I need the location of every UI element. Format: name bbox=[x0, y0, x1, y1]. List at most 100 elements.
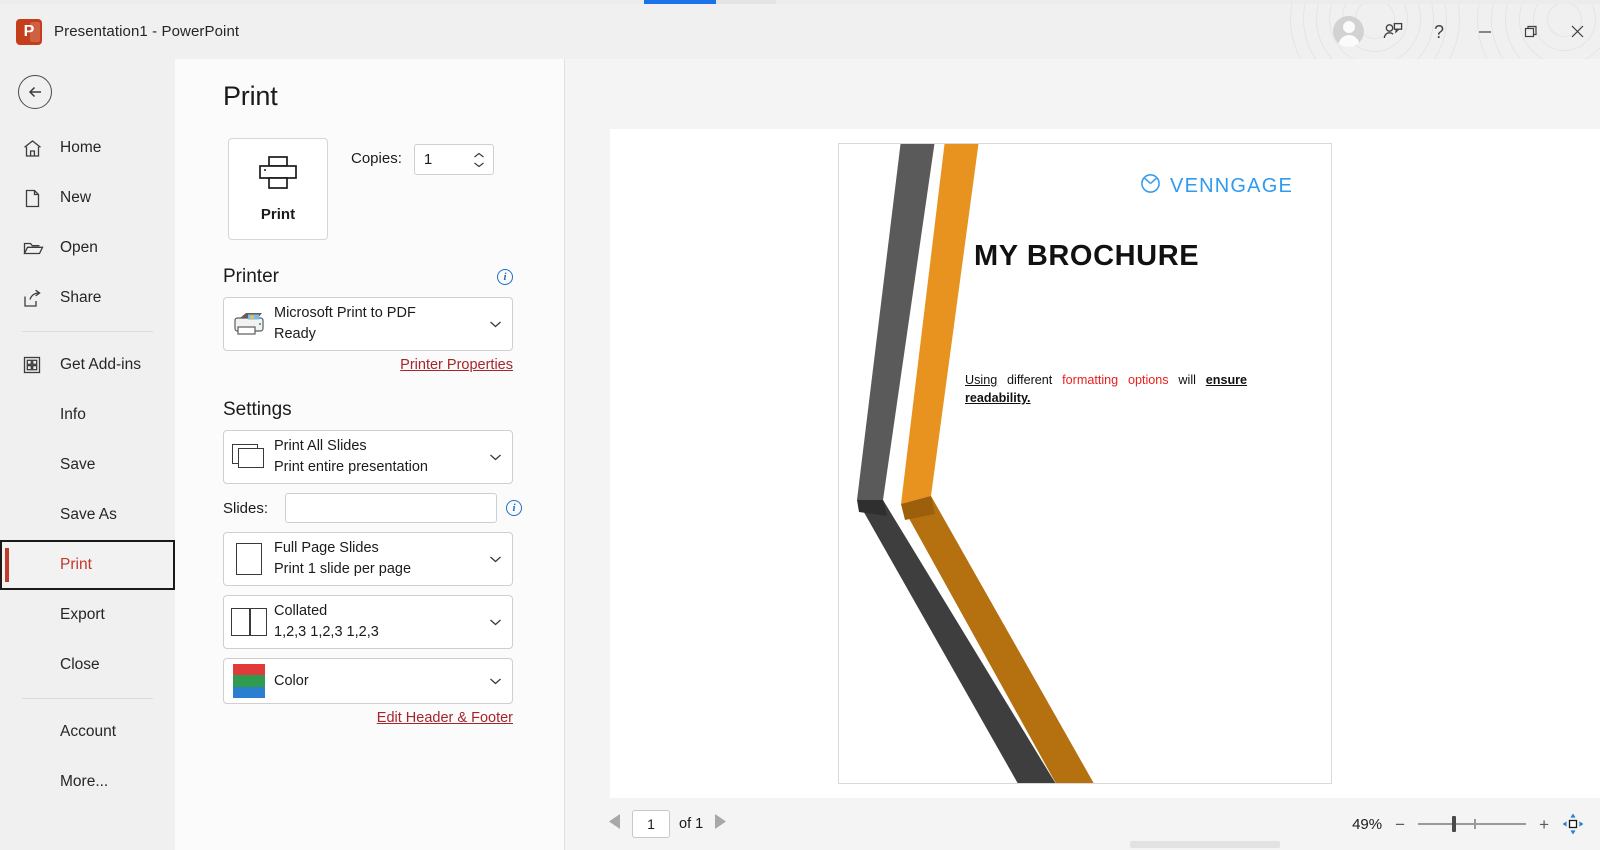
venngage-logo: VENNGAGE bbox=[1140, 173, 1293, 199]
back-arrow-icon[interactable] bbox=[18, 75, 52, 109]
sidebar-item-label: Get Add-ins bbox=[60, 356, 141, 373]
slide-content: VENNGAGE MY BROCHURE Using different for… bbox=[839, 144, 1331, 783]
slides-input[interactable] bbox=[285, 493, 497, 524]
sidebar-item-new[interactable]: New bbox=[0, 173, 175, 223]
next-page-icon[interactable] bbox=[712, 813, 727, 835]
chevron-down-icon bbox=[489, 672, 502, 690]
all-slides-icon bbox=[224, 444, 274, 470]
chevron-down-icon bbox=[489, 613, 502, 631]
sidebar-item-save[interactable]: Save bbox=[0, 440, 175, 490]
print-layout-subtitle: Print 1 slide per page bbox=[274, 561, 412, 578]
close-button[interactable] bbox=[1554, 4, 1600, 59]
body-word-4: options bbox=[1127, 373, 1169, 387]
print-range-dropdown[interactable]: Print All Slides Print entire presentati… bbox=[223, 430, 513, 485]
sidebar-item-label: More... bbox=[60, 773, 109, 790]
help-label: ? bbox=[1433, 21, 1444, 42]
folder-icon bbox=[22, 238, 48, 259]
copies-stepper[interactable] bbox=[413, 144, 494, 175]
addins-icon bbox=[22, 355, 48, 375]
window-title: Presentation1 - PowerPoint bbox=[54, 23, 240, 40]
sidebar-item-label: Home bbox=[60, 139, 102, 156]
sidebar-item-label: Info bbox=[60, 406, 86, 423]
body-word-2: different bbox=[1007, 373, 1053, 387]
sidebar-item-account[interactable]: Account bbox=[0, 707, 175, 757]
copies-spin-buttons[interactable] bbox=[473, 147, 487, 172]
printer-icon bbox=[256, 155, 300, 198]
sidebar-item-open[interactable]: Open bbox=[0, 223, 175, 273]
printer-dropdown[interactable]: Microsoft Print to PDF Ready bbox=[223, 297, 513, 352]
zoom-slider[interactable] bbox=[1418, 815, 1527, 833]
sidebar-item-close[interactable]: Close bbox=[0, 640, 175, 690]
page-navigation: of 1 bbox=[608, 810, 727, 838]
color-title: Color bbox=[274, 672, 309, 689]
home-icon bbox=[22, 138, 48, 159]
sidebar-item-save-as[interactable]: Save As bbox=[0, 490, 175, 540]
collation-subtitle: 1,2,3 1,2,3 1,2,3 bbox=[274, 624, 379, 641]
copies-label: Copies: bbox=[351, 150, 402, 167]
sidebar-item-print[interactable]: Print bbox=[0, 540, 175, 590]
slide-preview[interactable]: VENNGAGE MY BROCHURE Using different for… bbox=[838, 143, 1332, 784]
zoom-in-button[interactable]: + bbox=[1539, 816, 1549, 833]
print-button[interactable]: Print bbox=[228, 138, 328, 240]
collated-icon bbox=[224, 608, 274, 637]
sidebar-item-get-add-ins[interactable]: Get Add-ins bbox=[0, 340, 175, 390]
printer-section-header: Printer i bbox=[223, 266, 513, 288]
sidebar-item-label: Save As bbox=[60, 506, 117, 523]
sidebar-item-label: Save bbox=[60, 456, 96, 473]
preview-status-bar: of 1 49% − + bbox=[566, 798, 1600, 850]
powerpoint-icon bbox=[16, 18, 42, 45]
zoom-slider-thumb[interactable] bbox=[1451, 816, 1456, 832]
full-page-icon bbox=[224, 543, 274, 576]
chevron-down-icon bbox=[489, 448, 502, 466]
settings-heading: Settings bbox=[223, 399, 292, 421]
print-layout-title: Full Page Slides bbox=[274, 540, 379, 557]
page-count-label: of 1 bbox=[679, 816, 704, 832]
color-dropdown[interactable]: Color bbox=[223, 658, 513, 705]
print-button-label: Print bbox=[260, 206, 296, 223]
printer-info-icon[interactable]: i bbox=[497, 269, 513, 285]
printer-name: Microsoft Print to PDF bbox=[274, 305, 416, 321]
sidebar-item-more[interactable]: More... bbox=[0, 757, 175, 807]
body-word-1: Using bbox=[965, 373, 998, 387]
copies-input[interactable] bbox=[414, 151, 469, 168]
zoom-controls: 49% − + bbox=[1352, 813, 1584, 835]
body-word-5: will bbox=[1178, 373, 1196, 387]
print-range-title: Print All Slides bbox=[274, 438, 367, 455]
color-icon bbox=[224, 664, 274, 699]
zoom-to-page-icon[interactable] bbox=[1562, 813, 1584, 835]
sidebar-item-export[interactable]: Export bbox=[0, 590, 175, 640]
zoom-percent-label[interactable]: 49% bbox=[1352, 816, 1382, 833]
slides-info-icon[interactable]: i bbox=[506, 500, 522, 517]
printer-properties-link[interactable]: Printer Properties bbox=[223, 357, 513, 373]
account-avatar[interactable] bbox=[1333, 16, 1364, 47]
zoom-out-button[interactable]: − bbox=[1395, 816, 1405, 833]
sidebar-divider-top bbox=[22, 331, 153, 332]
printer-heading: Printer bbox=[223, 266, 279, 287]
help-button[interactable]: ? bbox=[1416, 4, 1462, 59]
sidebar-item-home[interactable]: Home bbox=[0, 123, 175, 173]
sidebar-item-label: Share bbox=[60, 289, 102, 306]
page-title: Print bbox=[223, 81, 278, 111]
settings-section-header: Settings bbox=[223, 399, 513, 421]
sidebar-item-share[interactable]: Share bbox=[0, 273, 175, 323]
person-share-icon[interactable] bbox=[1370, 4, 1416, 59]
sidebar-item-label: Account bbox=[60, 723, 117, 740]
restore-button[interactable] bbox=[1508, 4, 1554, 59]
sidebar-item-info[interactable]: Info bbox=[0, 390, 175, 440]
edit-header-footer-link[interactable]: Edit Header & Footer bbox=[223, 710, 513, 726]
chevron-down-icon bbox=[489, 315, 502, 333]
venngage-clock-icon bbox=[1140, 173, 1161, 199]
print-layout-dropdown[interactable]: Full Page Slides Print 1 slide per page bbox=[223, 532, 513, 587]
print-action-row: Print Copies: bbox=[228, 138, 564, 240]
slide-body-text: Using different formatting options will … bbox=[965, 372, 1247, 408]
sidebar-item-label: Open bbox=[60, 239, 98, 256]
printer-dropdown-text: Microsoft Print to PDF Ready bbox=[274, 303, 512, 345]
collation-dropdown[interactable]: Collated 1,2,3 1,2,3 1,2,3 bbox=[223, 595, 513, 650]
print-preview-area: VENNGAGE MY BROCHURE Using different for… bbox=[566, 59, 1600, 850]
powerpoint-print-backstage: Presentation1 - PowerPoint ? bbox=[0, 0, 1600, 850]
sidebar-item-label: Print bbox=[60, 556, 92, 573]
page-number-input[interactable] bbox=[632, 810, 670, 838]
slides-range-row: Slides: i bbox=[223, 493, 533, 524]
minimize-button[interactable] bbox=[1462, 4, 1508, 59]
previous-page-icon[interactable] bbox=[608, 813, 623, 835]
